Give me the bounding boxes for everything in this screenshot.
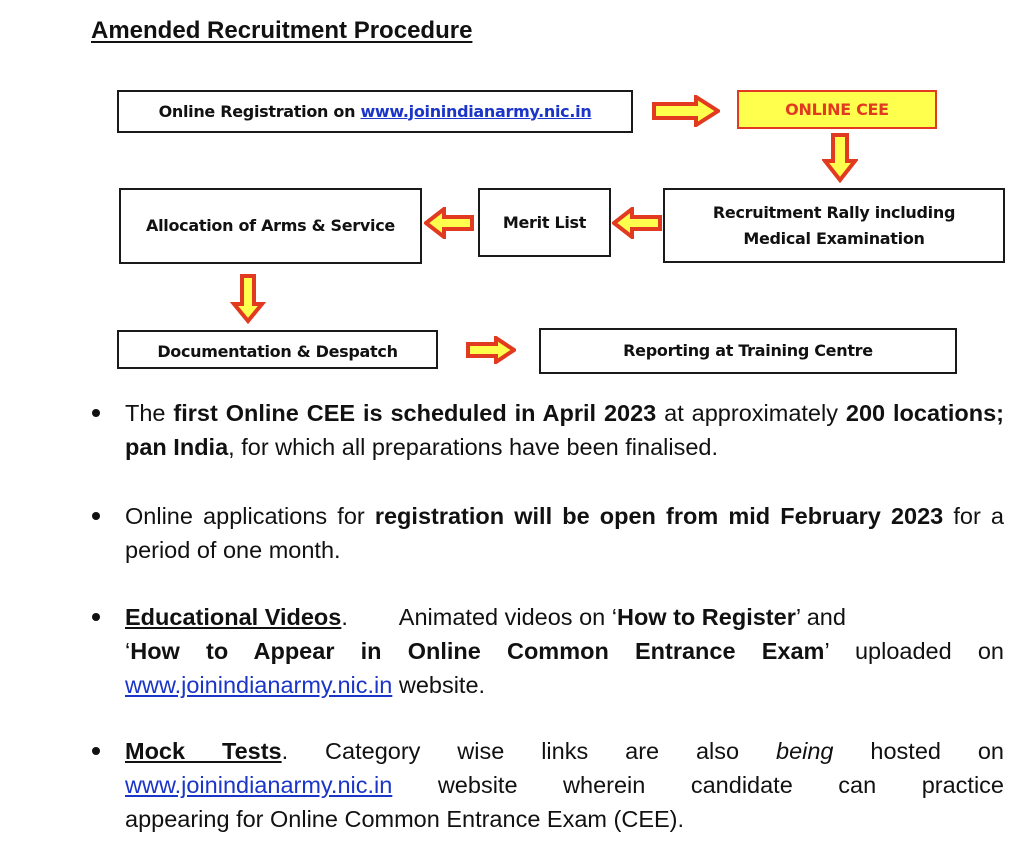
- step-online-registration: Online Registration on www.joinindianarm…: [117, 90, 633, 133]
- arrow-down-icon: [822, 133, 858, 183]
- arrow-left-icon: [612, 207, 662, 239]
- step-recruitment-rally: Recruitment Rally including Medical Exam…: [663, 188, 1005, 263]
- step-merit-list: Merit List: [478, 188, 611, 257]
- step-reporting: Reporting at Training Centre: [539, 328, 957, 374]
- arrow-right-icon: [652, 95, 720, 127]
- arrow-down-icon: [230, 274, 266, 324]
- arrow-right-icon: [466, 336, 516, 364]
- bullet-icon: [92, 613, 100, 621]
- rally-line-1: Recruitment Rally including: [712, 202, 956, 222]
- bullet-icon: [92, 409, 100, 417]
- page-title: Amended Recruitment Procedure: [91, 17, 473, 44]
- joinindianarmy-link[interactable]: www.joinindianarmy.nic.in: [125, 672, 392, 698]
- educational-videos-heading: Educational Videos: [125, 604, 342, 630]
- registration-label: Online Registration on: [158, 101, 361, 121]
- bullet-icon: [92, 512, 100, 520]
- mock-tests-heading: Mock Tests: [125, 738, 282, 764]
- joinindianarmy-link[interactable]: www.joinindianarmy.nic.in: [125, 772, 392, 798]
- step-documentation: Documentation & Despatch: [117, 330, 438, 369]
- list-item: Online applications for registration wil…: [92, 499, 1004, 567]
- arrow-left-icon: [424, 207, 474, 239]
- list-item: The first Online CEE is scheduled in Apr…: [92, 396, 1004, 464]
- registration-link[interactable]: www.joinindianarmy.nic.in: [360, 102, 591, 121]
- rally-line-2: Medical Examination: [743, 228, 925, 248]
- step-online-cee: ONLINE CEE: [737, 90, 937, 129]
- step-allocation: Allocation of Arms & Service: [119, 188, 422, 264]
- bullet-icon: [92, 747, 100, 755]
- list-item: Mock Tests. Category wise links are also…: [92, 734, 1004, 836]
- list-item: Educational Videos. Animated videos on ‘…: [92, 600, 1004, 702]
